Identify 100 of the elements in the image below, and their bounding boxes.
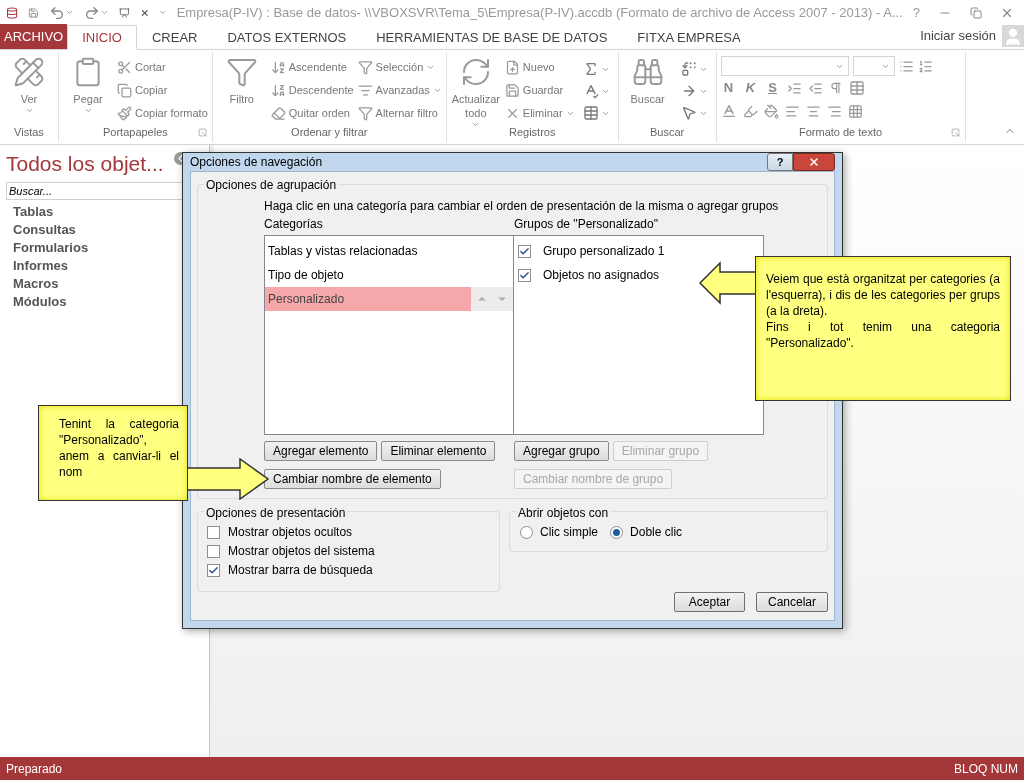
file-tab[interactable]: ARCHIVO (0, 24, 68, 49)
radio-label[interactable]: Clic simple (540, 523, 599, 541)
format-button[interactable]: N (720, 78, 737, 98)
check-icon (208, 564, 219, 576)
checkbox[interactable] (207, 563, 220, 577)
category-item[interactable]: Tablas y vistas relacionadas (265, 239, 513, 263)
group-item[interactable]: Grupo personalizado 1 (543, 242, 665, 260)
checkbox-label[interactable]: Mostrar barra de búsqueda (228, 561, 373, 579)
dialog-button[interactable]: Agregar grupo (514, 441, 609, 461)
ribbon-icon (504, 59, 520, 75)
ribbon-button[interactable]: Ascendente (270, 56, 354, 78)
replace-icon[interactable] (680, 61, 697, 77)
checkbox[interactable] (207, 525, 220, 539)
paint-bucket-icon[interactable] (763, 103, 779, 119)
checkbox-label[interactable]: Mostrar objetos del sistema (228, 542, 375, 560)
radio-label[interactable]: Doble clic (630, 523, 683, 541)
dialog-title: Opciones de navegación (190, 154, 323, 171)
ribbon-large-button[interactable]: Ver (4, 56, 54, 115)
ribbon-large-button[interactable]: Actualizar todo (450, 56, 501, 129)
dialog-button[interactable]: Agregar elemento (264, 441, 378, 461)
group-label: Formato de texto (799, 124, 883, 140)
paragraph-icon[interactable] (828, 81, 843, 95)
category-item[interactable]: Personalizado (265, 287, 513, 311)
pointer-icon[interactable] (680, 105, 697, 121)
dialog-button[interactable]: Cancelar (756, 592, 828, 612)
group-label: Ordenar y filtrar (291, 124, 368, 140)
dialog-button[interactable]: Cambiar nombre de elemento (264, 469, 441, 489)
ribbon-button[interactable]: Eliminar (504, 102, 575, 124)
ribbon-icon (117, 105, 132, 121)
checkbox[interactable] (518, 244, 531, 258)
launcher-icon[interactable] (197, 127, 207, 137)
window-title: Empresa(P-IV) : Base de datos- \\VBOXSVR\Tema_5\Empresa(P-IV).accdb (Formato de archivo de Access 2007 - 2013) - A... (176, 3, 903, 22)
highlighter-icon[interactable] (742, 103, 758, 119)
ribbon-icon (270, 59, 286, 75)
font-color-icon[interactable] (720, 103, 737, 119)
radio-button[interactable] (520, 525, 534, 539)
ribbon-icon (117, 59, 132, 75)
undo-icon[interactable] (48, 4, 65, 21)
format-button[interactable]: K (742, 78, 759, 98)
ribbon-button[interactable]: Nuevo (504, 56, 575, 78)
ribbon-tab[interactable]: CREAR (136, 25, 213, 50)
ribbon-tab[interactable]: INICIO (67, 25, 137, 50)
restore-icon[interactable] (970, 6, 982, 19)
numbering-icon[interactable] (917, 58, 933, 74)
align-right-icon[interactable] (826, 103, 842, 119)
align-center-icon[interactable] (805, 103, 821, 119)
callout-text: Tenint la categoria "Personalizado", anem a canviar-li el nom (59, 416, 179, 480)
status-text: Preparado (6, 760, 63, 778)
status-indicator: BLOQ NUM (954, 760, 1018, 778)
instruction-text: Haga clic en una categoría para cambiar el orden de presentación de la misma o agregar grupos (264, 198, 780, 214)
list-label: Categorías (264, 216, 324, 233)
gridlines-icon[interactable] (847, 103, 863, 119)
radio-button[interactable] (610, 525, 624, 539)
checkbox[interactable] (518, 268, 531, 282)
check-icon (519, 269, 530, 281)
close-icon (808, 156, 820, 168)
avatar-icon[interactable] (1002, 24, 1024, 47)
dialog-button[interactable]: Eliminar elemento (381, 441, 496, 461)
ribbon-button[interactable]: Selección (357, 56, 442, 78)
ribbon-tab[interactable]: FITXA EMPRESA (622, 25, 756, 50)
ribbon-button[interactable]: Guardar (504, 79, 575, 101)
indent-icon[interactable] (786, 80, 802, 96)
ribbon-button[interactable]: Descendente (270, 79, 354, 101)
redo-icon[interactable] (83, 4, 100, 21)
table-icon[interactable] (582, 105, 599, 121)
help-button[interactable]: ? (767, 153, 793, 171)
bullets-icon[interactable] (898, 58, 914, 74)
ribbon-icon (270, 105, 286, 121)
table-icon[interactable] (848, 80, 865, 96)
size-combo[interactable] (852, 56, 895, 76)
group-item[interactable]: Objetos no asignados (543, 266, 660, 284)
ribbon-large-button[interactable]: Buscar (622, 56, 673, 106)
align-left-icon[interactable] (784, 103, 800, 119)
close-button[interactable] (793, 153, 835, 171)
ribbon-button[interactable]: Copiar (117, 79, 208, 101)
ribbon-button[interactable]: Copiar formato (117, 102, 208, 124)
ribbon-icon (117, 82, 132, 98)
category-item[interactable]: Tipo de objeto (265, 263, 513, 287)
ribbon-large-button[interactable]: Pegar (63, 56, 113, 115)
ribbon-icon (270, 82, 286, 98)
font-combo[interactable] (720, 56, 849, 76)
format-button[interactable]: S (764, 78, 781, 98)
caret-icon (64, 8, 74, 17)
checkbox[interactable] (207, 544, 220, 558)
list-label: Grupos de "Personalizado" (514, 216, 658, 233)
ribbon-button[interactable]: Avanzadas (357, 79, 442, 101)
ribbon-button[interactable]: Quitar orden (270, 102, 354, 124)
dialog-button[interactable]: Aceptar (674, 592, 745, 612)
ribbon-icon (13, 56, 45, 88)
group-label: Vistas (14, 124, 44, 140)
ribbon-button[interactable]: Cortar (117, 56, 208, 78)
nav-pane-title: Todos los objet... (6, 151, 164, 177)
ribbon-large-button[interactable]: Filtro (216, 56, 267, 106)
ribbon-tab[interactable]: HERRAMIENTAS DE BASE DE DATOS (361, 25, 623, 50)
ribbon-tab[interactable]: DATOS EXTERNOS (212, 25, 362, 50)
launcher-icon[interactable] (950, 127, 960, 137)
ribbon-button[interactable]: Alternar filtro (357, 102, 442, 124)
sign-in-link[interactable]: Iniciar sesión (920, 25, 996, 46)
checkbox-label[interactable]: Mostrar objetos ocultos (228, 523, 353, 541)
outdent-icon[interactable] (807, 80, 823, 96)
